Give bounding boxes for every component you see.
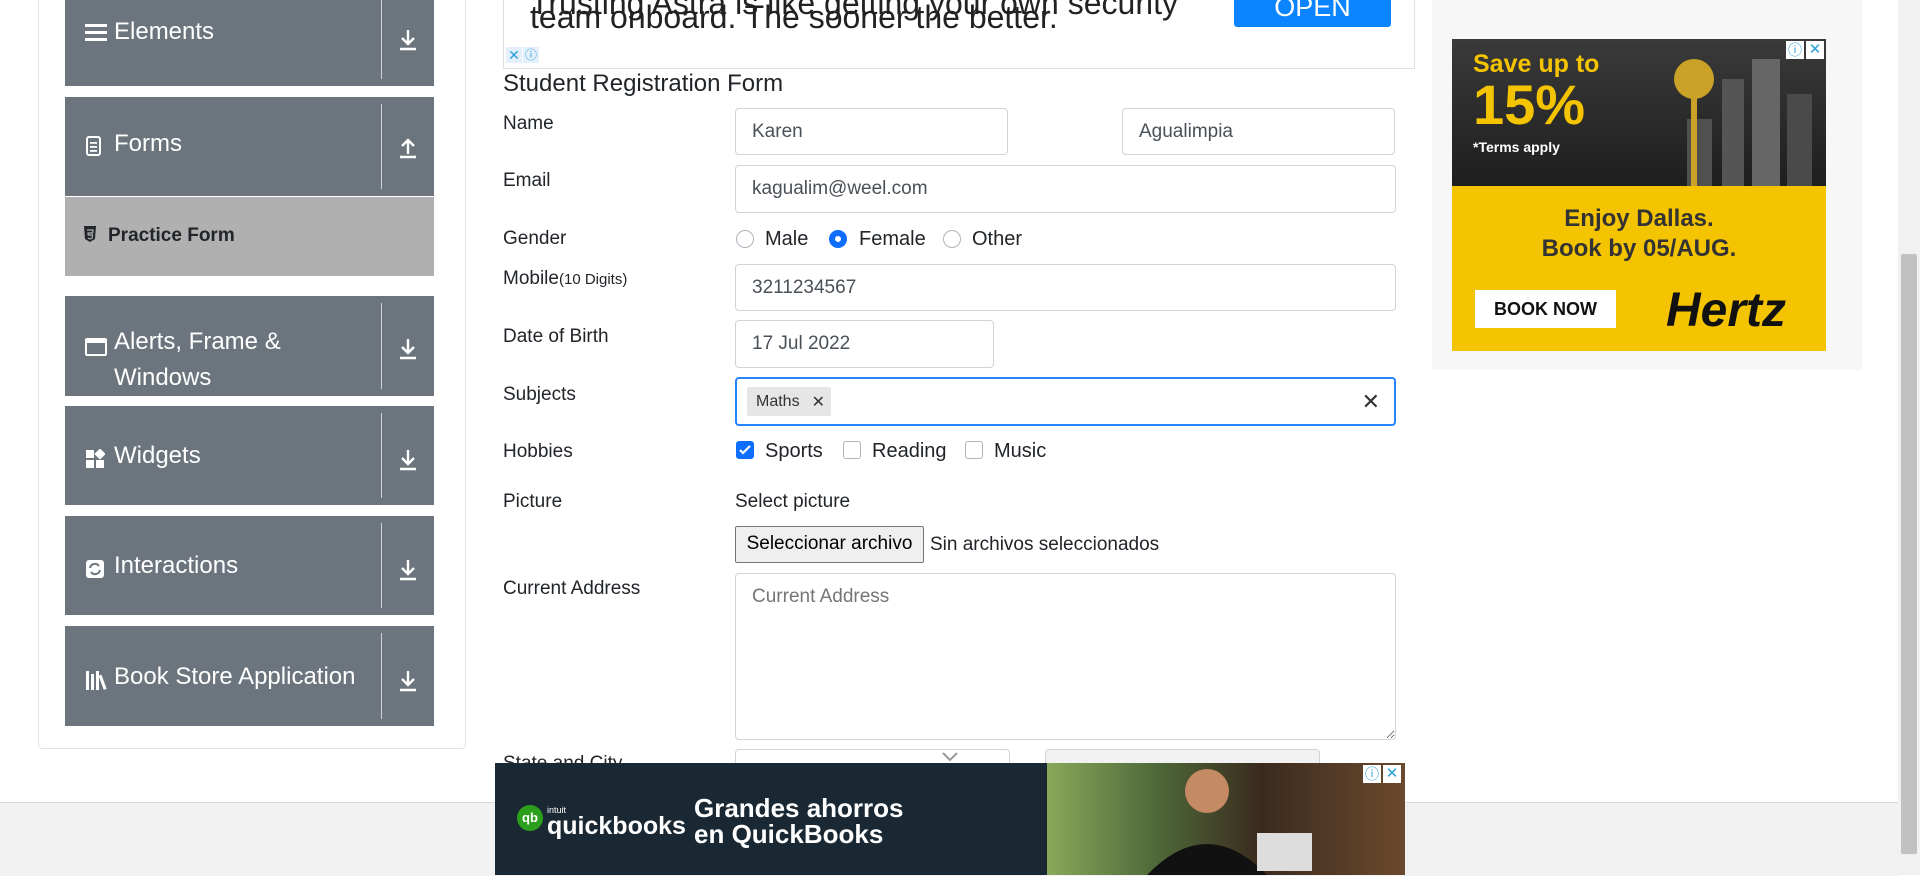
dob-input[interactable]: 17 Jul 2022	[735, 320, 994, 368]
quickbooks-text: quickbooks	[547, 812, 686, 840]
chip-remove-icon[interactable]: ✕	[812, 392, 825, 412]
document-icon	[85, 136, 103, 161]
gender-option-label[interactable]: Other	[972, 228, 1022, 251]
widgets-icon	[85, 448, 106, 474]
sidebar-group-forms[interactable]: Forms	[65, 97, 434, 196]
hertz-logo: Hertz	[1666, 284, 1787, 337]
sidebar-item-label: Practice Form	[108, 225, 235, 246]
email-input[interactable]: kagualim@weel.com	[735, 165, 1396, 213]
ad-text-line2: team onboard. The sooner the better.	[530, 0, 1058, 35]
menu-icon	[85, 22, 107, 47]
ad-percent: 15%	[1473, 73, 1586, 136]
ad-info-icon[interactable]: ⓘ	[523, 47, 539, 63]
ad-line2: Book by 05/AUG.	[1541, 235, 1737, 262]
ad-line2: en QuickBooks	[694, 819, 884, 849]
window-icon	[85, 337, 107, 362]
gender-radio-female[interactable]	[829, 230, 847, 248]
download-arrow-icon[interactable]	[394, 446, 422, 474]
sidebar-group-label: Widgets	[114, 442, 201, 469]
hobby-checkbox-reading[interactable]	[843, 441, 861, 459]
form-title: Student Registration Form	[503, 70, 784, 97]
download-arrow-icon[interactable]	[394, 556, 422, 584]
download-arrow-icon[interactable]	[394, 335, 422, 363]
books-icon	[85, 669, 109, 696]
divider	[381, 523, 382, 608]
top-banner-ad[interactable]: Trusting Astra is like getting your own …	[503, 0, 1415, 69]
subjects-label: Subjects	[503, 384, 576, 405]
ad-photo	[1047, 763, 1405, 875]
name-label: Name	[503, 113, 554, 134]
gender-option-label[interactable]: Female	[859, 228, 926, 251]
choose-file-button[interactable]: Seleccionar archivo	[735, 526, 924, 563]
current-address-textarea[interactable]	[735, 573, 1396, 740]
select-picture-label: Select picture	[735, 491, 851, 512]
hobby-option-label[interactable]: Music	[994, 440, 1046, 463]
ad-terms: *Terms apply	[1473, 139, 1560, 155]
ad-close-icon[interactable]: ✕	[1806, 41, 1824, 59]
sidebar-group-label: Book Store Application	[114, 663, 356, 690]
ad-info-icon[interactable]: ⓘ	[1786, 41, 1804, 59]
mobile-label: Mobile(10 Digits)	[503, 268, 627, 290]
first-name-input[interactable]: Karen	[735, 108, 1008, 155]
html5-icon	[83, 225, 97, 248]
sidebar-group-widgets[interactable]: Widgets	[65, 406, 434, 505]
right-hertz-ad[interactable]: Save up to 15% *Terms apply Enjoy Dallas…	[1452, 39, 1826, 351]
subjects-input[interactable]: Maths ✕ ✕	[735, 377, 1396, 426]
ad-line1: Enjoy Dallas.	[1564, 205, 1714, 232]
hobby-option-label[interactable]: Reading	[872, 440, 947, 463]
gender-label: Gender	[503, 228, 567, 249]
sidebar-group-book-store[interactable]: Book Store Application	[65, 626, 434, 726]
hobbies-label: Hobbies	[503, 441, 573, 462]
divider	[381, 633, 382, 719]
dob-label: Date of Birth	[503, 326, 609, 347]
ad-close-icon[interactable]: ✕	[1383, 765, 1401, 783]
gender-option-label[interactable]: Male	[765, 228, 808, 251]
upload-arrow-icon[interactable]	[394, 134, 422, 162]
address-label: Current Address	[503, 578, 641, 599]
gender-radio-male[interactable]	[736, 230, 754, 248]
gender-radio-other[interactable]	[943, 230, 961, 248]
hobby-option-label[interactable]: Sports	[765, 440, 823, 463]
sidebar-group-label: Forms	[114, 130, 182, 157]
divider	[381, 413, 382, 498]
bottom-quickbooks-ad[interactable]: qb intuit quickbooks Grandes ahorros en …	[495, 763, 1405, 875]
mobile-input[interactable]: 3211234567	[735, 264, 1396, 311]
email-label: Email	[503, 170, 551, 191]
quickbooks-logo-icon: qb	[517, 805, 543, 831]
sidebar-group-label: Alerts, Frame &	[114, 328, 281, 355]
sidebar-group-label: Interactions	[114, 552, 239, 579]
sidebar-group-elements[interactable]: Elements	[65, 0, 434, 86]
clear-icon[interactable]: ✕	[1362, 389, 1380, 415]
sidebar-group-alerts[interactable]: Alerts, Frame & Windows	[65, 296, 434, 396]
scrollbar-thumb[interactable]	[1901, 254, 1917, 854]
file-status-text: Sin archivos seleccionados	[930, 534, 1160, 555]
sidebar-group-interactions[interactable]: Interactions	[65, 516, 434, 615]
mobile-label-text: Mobile	[503, 268, 559, 289]
divider	[381, 104, 382, 189]
sidebar-group-label: Elements	[114, 18, 215, 45]
subject-chip-label: Maths	[756, 392, 800, 410]
sidebar-item-practice-form[interactable]: Practice Form	[65, 197, 434, 276]
sidebar-group-label-line2: Windows	[114, 364, 212, 391]
divider	[381, 0, 382, 79]
download-arrow-icon[interactable]	[394, 26, 422, 54]
book-now-button[interactable]: BOOK NOW	[1475, 290, 1616, 328]
ad-close-icon[interactable]: ✕	[506, 47, 522, 63]
divider	[381, 303, 382, 389]
picture-label: Picture	[503, 491, 563, 512]
ad-open-button[interactable]: OPEN	[1234, 0, 1391, 27]
subject-chip: Maths ✕	[747, 387, 831, 416]
hobby-checkbox-sports[interactable]	[736, 441, 754, 459]
last-name-input[interactable]: Agualimpia	[1122, 108, 1395, 155]
mobile-hint: (10 Digits)	[558, 271, 628, 288]
download-arrow-icon[interactable]	[394, 667, 422, 695]
ad-info-icon[interactable]: ⓘ	[1363, 765, 1381, 783]
interactions-icon	[85, 559, 105, 584]
hobby-checkbox-music[interactable]	[965, 441, 983, 459]
